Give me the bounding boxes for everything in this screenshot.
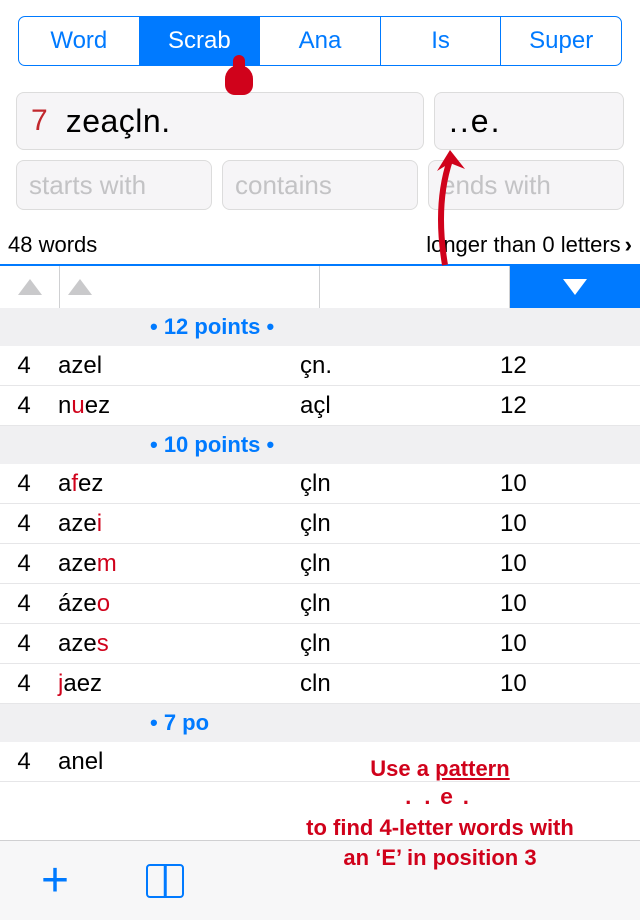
results-list[interactable]: • 12 points •4azelçn.124nuezaçl12• 10 po… xyxy=(0,308,640,920)
sort-points[interactable] xyxy=(510,266,640,308)
pattern-value: ..e. xyxy=(449,103,501,140)
chevron-right-icon: › xyxy=(625,232,632,258)
sort-header xyxy=(0,266,640,308)
row-remaining: açl xyxy=(300,392,500,420)
result-row[interactable]: 4jaezcln10 xyxy=(0,664,640,704)
row-word: nuez xyxy=(48,392,300,420)
triangle-up-icon xyxy=(68,279,92,295)
segmented-control: Word Scrab Ana Is Super xyxy=(18,16,622,66)
result-row[interactable]: 4ázeoçln10 xyxy=(0,584,640,624)
word-count-label: 48 words xyxy=(8,232,97,258)
row-points: 10 xyxy=(500,470,640,498)
triangle-down-icon xyxy=(563,279,587,295)
row-points: 12 xyxy=(500,392,640,420)
row-length: 4 xyxy=(0,748,48,776)
tab-ana[interactable]: Ana xyxy=(260,17,381,65)
starts-with-input[interactable]: starts with xyxy=(16,160,212,210)
result-row[interactable]: 4azesçln10 xyxy=(0,624,640,664)
letters-count: 7 xyxy=(31,104,48,138)
tab-word[interactable]: Word xyxy=(19,17,140,65)
row-length: 4 xyxy=(0,590,48,618)
result-row[interactable]: 4azelçn.12 xyxy=(0,346,640,386)
row-points: 10 xyxy=(500,550,640,578)
row-length: 4 xyxy=(0,392,48,420)
tab-scrab[interactable]: Scrab xyxy=(140,17,261,65)
ends-with-input[interactable]: ends with xyxy=(428,160,624,210)
letters-input[interactable]: 7 zeaçln. xyxy=(16,92,424,150)
input-row-main: 7 zeaçln. ..e. xyxy=(0,72,640,160)
contains-input[interactable]: contains xyxy=(222,160,418,210)
group-header: • 7 po xyxy=(0,704,640,742)
row-points: 10 xyxy=(500,670,640,698)
row-length: 4 xyxy=(0,510,48,538)
row-remaining: çln xyxy=(300,470,500,498)
row-length: 4 xyxy=(0,470,48,498)
dictionary-button[interactable] xyxy=(110,841,220,920)
row-word: ázeo xyxy=(48,590,300,618)
row-length: 4 xyxy=(0,352,48,380)
sort-length[interactable] xyxy=(0,266,60,308)
row-remaining: cln xyxy=(300,670,500,698)
sort-word[interactable] xyxy=(60,266,320,308)
row-remaining: çln xyxy=(300,590,500,618)
group-header: • 10 points • xyxy=(0,426,640,464)
row-points: 12 xyxy=(500,352,640,380)
row-points: 10 xyxy=(500,630,640,658)
row-word: azei xyxy=(48,510,300,538)
row-word: azes xyxy=(48,630,300,658)
tab-super[interactable]: Super xyxy=(501,17,621,65)
result-row[interactable]: 4anel xyxy=(0,742,640,782)
length-filter-label: longer than 0 letters xyxy=(426,232,620,258)
status-bar: 48 words longer than 0 letters › xyxy=(0,224,640,266)
row-word: azel xyxy=(48,352,300,380)
row-remaining: çn. xyxy=(300,352,500,380)
row-word: anel xyxy=(48,748,300,776)
row-word: azem xyxy=(48,550,300,578)
letters-value: zeaçln. xyxy=(66,103,171,140)
sort-remaining[interactable] xyxy=(320,266,510,308)
row-points: 10 xyxy=(500,590,640,618)
row-remaining: çln xyxy=(300,630,500,658)
segmented-control-wrap: Word Scrab Ana Is Super xyxy=(0,0,640,72)
group-header: • 12 points • xyxy=(0,308,640,346)
row-length: 4 xyxy=(0,670,48,698)
pattern-input[interactable]: ..e. xyxy=(434,92,624,150)
result-row[interactable]: 4azeiçln10 xyxy=(0,504,640,544)
row-remaining: çln xyxy=(300,550,500,578)
bottom-toolbar: + xyxy=(0,840,640,920)
row-word: jaez xyxy=(48,670,300,698)
row-points: 10 xyxy=(500,510,640,538)
result-row[interactable]: 4nuezaçl12 xyxy=(0,386,640,426)
add-button[interactable]: + xyxy=(0,841,110,920)
plus-icon: + xyxy=(41,857,69,905)
length-filter-button[interactable]: longer than 0 letters › xyxy=(426,232,632,258)
input-row-filters: starts with contains ends with xyxy=(0,160,640,224)
row-word: afez xyxy=(48,470,300,498)
row-length: 4 xyxy=(0,550,48,578)
row-length: 4 xyxy=(0,630,48,658)
book-icon xyxy=(146,864,184,898)
triangle-up-icon xyxy=(18,279,42,295)
row-remaining: çln xyxy=(300,510,500,538)
result-row[interactable]: 4azemçln10 xyxy=(0,544,640,584)
tab-is[interactable]: Is xyxy=(381,17,502,65)
result-row[interactable]: 4afezçln10 xyxy=(0,464,640,504)
